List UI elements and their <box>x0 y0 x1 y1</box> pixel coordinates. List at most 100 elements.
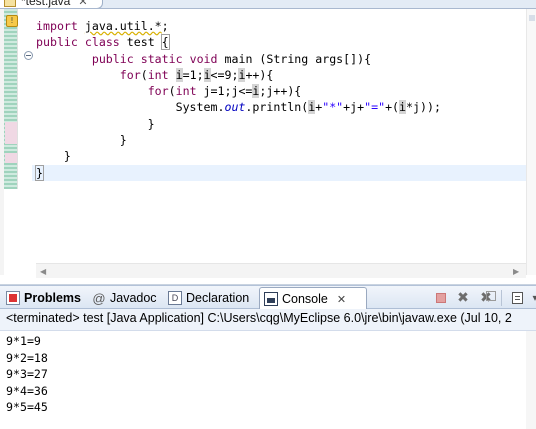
chevron-down-icon: ▾ <box>532 292 536 304</box>
tab-javadoc-label: Javadoc <box>110 291 157 305</box>
code-line[interactable]: System.out.println(i+"*"+j+"="+(i*j)); <box>36 99 526 115</box>
code-token: static <box>140 51 190 66</box>
code-token: { <box>160 34 170 51</box>
code-line[interactable]: } <box>36 148 526 164</box>
console-line: 9*4=36 <box>6 383 48 398</box>
console-output[interactable]: 9*1=9 9*2=18 9*3=27 9*4=36 9*5=45 <box>6 333 526 416</box>
code-token: void <box>189 51 225 66</box>
code-token: ++){ <box>245 67 274 82</box>
console-line: 9*2=18 <box>6 350 48 365</box>
problems-icon <box>6 291 20 305</box>
console-icon <box>264 292 278 306</box>
editor-tab-label: *test.java <box>21 0 71 8</box>
code-token: } <box>35 164 44 181</box>
declaration-icon: D <box>168 291 182 305</box>
vertical-scrollbar[interactable] <box>526 331 536 429</box>
close-icon[interactable]: ✕ <box>337 293 346 306</box>
editor-tab-bar: *test.java ✕ <box>0 0 536 9</box>
remove-icon: ✖ <box>457 290 469 306</box>
code-token: <=9; <box>210 67 239 82</box>
code-token: "=" <box>364 100 386 115</box>
code-token: int <box>175 84 204 99</box>
java-file-icon <box>4 0 16 7</box>
code-line[interactable]: for(int i=1;i<=9;i++){ <box>36 67 526 83</box>
scroll-right-icon[interactable]: ▶ <box>513 267 519 276</box>
console-process-label: <terminated> test [Java Application] C:\… <box>6 311 512 325</box>
code-token: class <box>84 35 127 50</box>
view-menu-button[interactable]: ▾ <box>528 291 536 305</box>
console-view[interactable]: <terminated> test [Java Application] C:\… <box>0 309 536 429</box>
code-token: import <box>36 19 85 33</box>
console-line: 9*3=27 <box>6 367 48 381</box>
code-token: for <box>147 84 169 99</box>
tab-problems-label: Problems <box>24 291 81 305</box>
tab-console-label: Console <box>282 292 328 306</box>
code-token: j=1;j<= <box>203 84 253 99</box>
collapse-icon[interactable] <box>24 51 33 60</box>
tab-javadoc[interactable]: @ Javadoc <box>92 287 157 309</box>
code-token: ; <box>161 19 169 33</box>
scroll-lock-icon <box>511 292 523 304</box>
code-token: "*" <box>322 100 344 115</box>
text-caret <box>42 165 44 179</box>
code-line[interactable]: for(int j=1;j<=i;j++){ <box>36 83 526 99</box>
code-token: java.util.* <box>84 19 162 33</box>
code-token: +( <box>385 100 400 115</box>
code-token: } <box>36 149 71 164</box>
overview-status-icon <box>529 15 535 21</box>
code-token: ;j++){ <box>259 84 302 99</box>
console-line: 9*1=9 <box>6 334 41 348</box>
scroll-lock-button[interactable] <box>510 291 524 305</box>
toolbar-separator <box>501 290 502 306</box>
code-token: i <box>175 67 183 82</box>
code-token: out <box>224 100 246 115</box>
tab-declaration[interactable]: D Declaration <box>168 287 249 309</box>
code-token: .println( <box>245 100 309 115</box>
code-token: public <box>91 51 141 66</box>
close-icon[interactable]: ✕ <box>78 0 87 8</box>
editor-tab-test-java[interactable]: *test.java ✕ <box>0 0 103 8</box>
change-marker <box>5 122 17 144</box>
scroll-left-icon[interactable]: ◀ <box>40 267 46 276</box>
folding-ruler <box>18 9 32 275</box>
code-token: =1; <box>182 67 204 82</box>
tab-console[interactable]: Console ✕ <box>259 287 367 310</box>
code-token: System. <box>36 100 225 115</box>
remove-all-icon: ✖ <box>480 290 492 306</box>
javadoc-icon: @ <box>92 290 106 306</box>
code-line[interactable]: } <box>36 132 526 148</box>
remove-all-terminated-button[interactable]: ✖ <box>479 290 496 306</box>
code-token: i <box>203 67 211 82</box>
code-token: i <box>399 100 407 115</box>
remove-launch-button[interactable]: ✖ <box>456 290 470 306</box>
tab-declaration-label: Declaration <box>186 291 250 305</box>
console-line: 9*5=45 <box>6 400 48 414</box>
code-token: main (String args[]){ <box>224 51 372 66</box>
tab-problems[interactable]: Problems <box>6 287 81 309</box>
code-token: +j+ <box>343 100 365 115</box>
code-token: } <box>36 133 127 148</box>
code-token: *j)); <box>406 100 441 115</box>
code-line[interactable]: } <box>32 164 526 181</box>
code-line[interactable]: public static void main (String args[]){ <box>36 51 526 67</box>
code-token: test <box>126 35 162 50</box>
change-marker <box>5 153 17 163</box>
terminate-button[interactable] <box>434 291 448 305</box>
code-line[interactable]: import java.util.*; <box>36 18 526 34</box>
code-line[interactable]: public class test { <box>36 34 526 51</box>
code-token: ( <box>168 84 176 99</box>
code-editor[interactable]: ! import java.util.*; public class test {… <box>0 9 536 285</box>
code-token: int <box>147 67 176 82</box>
warning-icon[interactable]: ! <box>6 15 18 27</box>
overview-ruler[interactable] <box>526 9 536 275</box>
horizontal-scrollbar[interactable]: ◀ ▶ <box>36 263 526 278</box>
terminate-icon <box>436 293 446 303</box>
code-token: } <box>36 116 155 131</box>
code-line[interactable]: } <box>36 116 526 132</box>
code-token: public <box>36 35 85 50</box>
code-text[interactable]: import java.util.*; public class test { p… <box>32 18 526 181</box>
code-token: ( <box>140 67 148 82</box>
